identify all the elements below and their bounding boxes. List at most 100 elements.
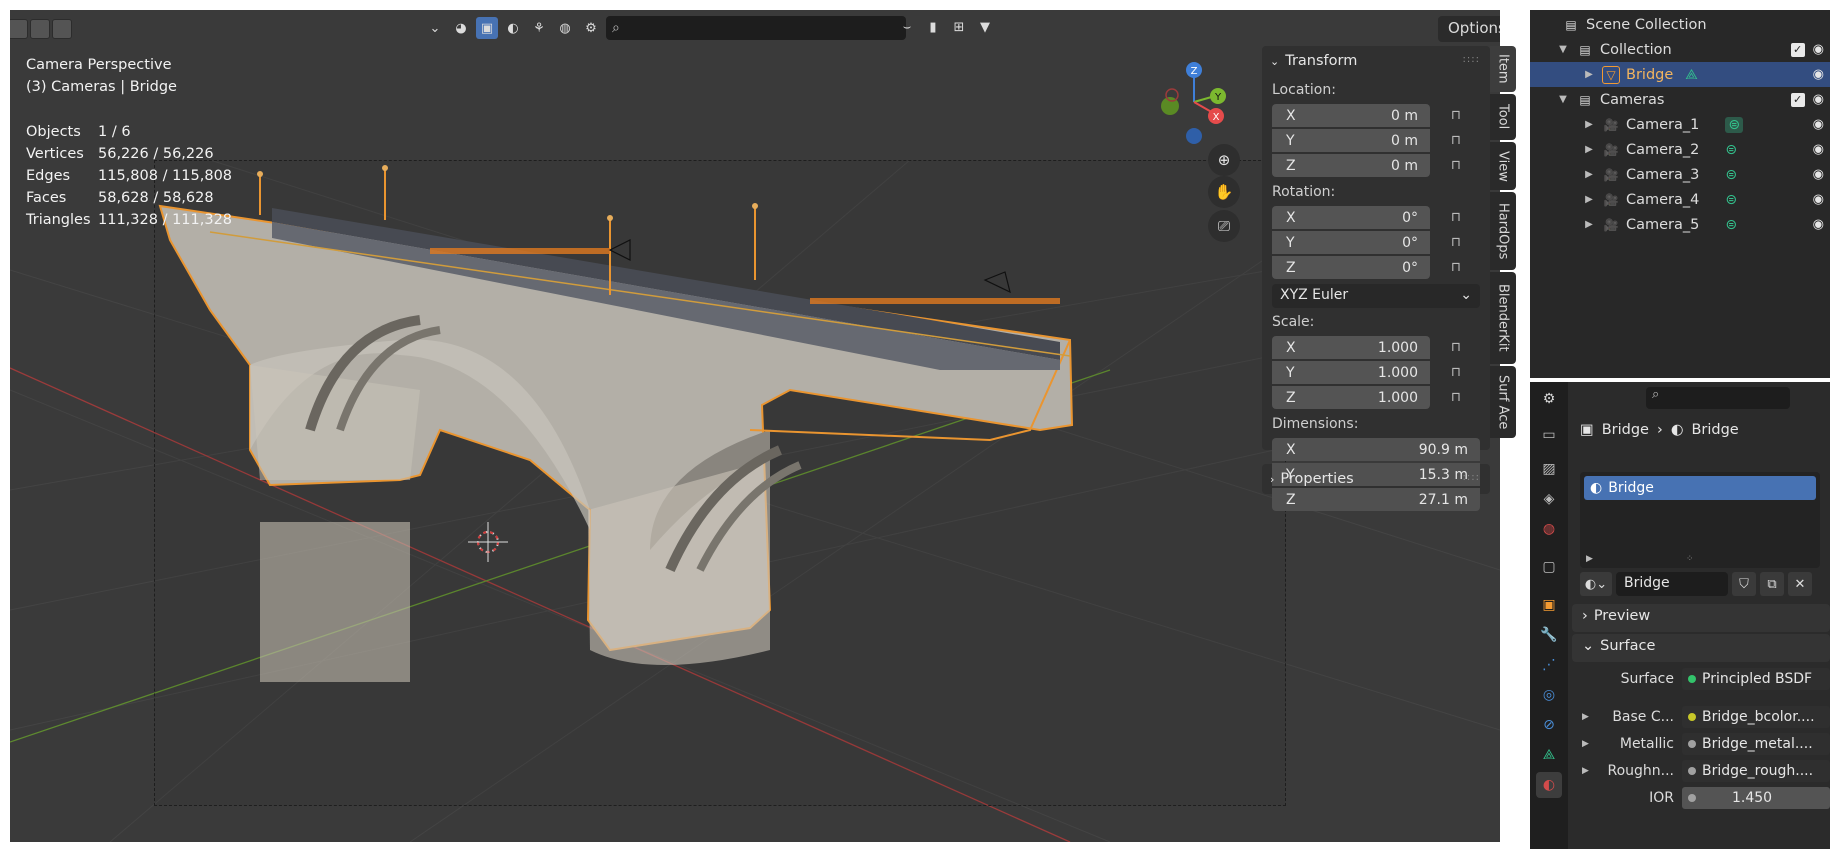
drag-grip-icon[interactable]: ::::: [1463, 54, 1480, 65]
camera-data-icon[interactable]: ⊜: [1725, 217, 1737, 233]
eye-icon[interactable]: ◉: [1813, 42, 1824, 57]
unlock-icon[interactable]: ⊓: [1448, 158, 1464, 173]
camera-data-icon[interactable]: ⊜: [1725, 142, 1737, 158]
expand-right-icon[interactable]: ▶: [1582, 194, 1596, 205]
unlock-icon[interactable]: ⊓: [1448, 340, 1464, 355]
expand-right-icon[interactable]: ▶: [1582, 219, 1596, 230]
modifier-tab-icon[interactable]: 🔧: [1536, 622, 1562, 648]
unlock-icon[interactable]: ⊓: [1448, 365, 1464, 380]
surface-shader-field[interactable]: Principled BSDF: [1682, 668, 1830, 690]
base-color-field[interactable]: Bridge_bcolor....: [1682, 706, 1830, 728]
unlock-icon[interactable]: ⊓: [1448, 210, 1464, 225]
material-name-field[interactable]: Bridge: [1616, 572, 1728, 596]
outliner-bridge[interactable]: ▶ ▽ Bridge ⟁ ◉: [1530, 62, 1830, 87]
shading-world-icon[interactable]: ◍: [554, 17, 576, 39]
drag-grip-icon[interactable]: ::::: [1463, 472, 1480, 483]
properties-panel-header[interactable]: › Properties ::::: [1262, 464, 1490, 494]
snap-toggle-icon[interactable]: ⌣: [896, 16, 918, 38]
editor-type-icon[interactable]: ⚙: [1536, 386, 1562, 412]
shading-material-icon[interactable]: ◐: [502, 17, 524, 39]
dimensions-x-field[interactable]: X 90.9 m: [1272, 438, 1480, 461]
expand-right-icon[interactable]: ▶: [1582, 712, 1589, 722]
expand-right-icon[interactable]: ▶: [1586, 554, 1593, 564]
exclude-checkbox[interactable]: ✓: [1790, 42, 1805, 57]
zoom-icon[interactable]: ⊕: [1208, 144, 1240, 176]
select-extend-icon[interactable]: [30, 19, 50, 39]
select-new-icon[interactable]: [10, 19, 28, 39]
outliner-scene-collection[interactable]: ▤ Scene Collection: [1530, 12, 1830, 37]
rotation-mode-select[interactable]: XYZ Euler ⌄: [1272, 284, 1480, 308]
eye-icon[interactable]: ◉: [1813, 67, 1824, 82]
outliner-camera-item[interactable]: ▶ 🎥 Camera_3 ⊜ ◉: [1530, 162, 1830, 187]
tab-surf-ace[interactable]: Surf Ace: [1490, 366, 1516, 438]
eye-icon[interactable]: ◉: [1813, 142, 1824, 157]
browse-material-icon[interactable]: ◐⌄: [1580, 572, 1612, 596]
camera-data-icon[interactable]: ⊜: [1725, 167, 1737, 183]
tab-hardops[interactable]: HardOps: [1490, 192, 1516, 270]
particles-tab-icon[interactable]: ⋰: [1536, 652, 1562, 678]
eye-icon[interactable]: ◉: [1813, 167, 1824, 182]
resize-grip-icon[interactable]: ⁘: [1686, 554, 1694, 564]
shading-render-icon[interactable]: ⚘: [528, 17, 550, 39]
outliner-camera-item[interactable]: ▶ 🎥 Camera_4 ⊜ ◉: [1530, 187, 1830, 212]
unlock-icon[interactable]: ⊓: [1448, 260, 1464, 275]
options-button[interactable]: Options ⌄: [1438, 16, 1500, 55]
fake-user-shield-icon[interactable]: ⛉: [1732, 572, 1756, 596]
expand-down-icon[interactable]: ▼: [1556, 44, 1570, 55]
select-subtract-icon[interactable]: [52, 19, 72, 39]
unlock-icon[interactable]: ⊓: [1448, 235, 1464, 250]
unlock-icon[interactable]: ⊓: [1448, 108, 1464, 123]
location-z-field[interactable]: Z0 m: [1272, 154, 1430, 177]
eye-icon[interactable]: ◉: [1813, 217, 1824, 232]
unlock-icon[interactable]: ⊓: [1448, 133, 1464, 148]
outliner-camera-item[interactable]: ▶ 🎥 Camera_2 ⊜ ◉: [1530, 137, 1830, 162]
scale-y-field[interactable]: Y 1.000: [1272, 361, 1430, 384]
eye-icon[interactable]: ◉: [1813, 117, 1824, 132]
render-tab-icon[interactable]: ▭: [1536, 422, 1562, 448]
rotation-y-field[interactable]: Y 0°: [1272, 231, 1430, 254]
scale-x-field[interactable]: X 1.000: [1272, 336, 1430, 359]
material-slot-list[interactable]: ◐ Bridge ▶ ⁘: [1580, 472, 1820, 568]
location-y-field[interactable]: Y0 m: [1272, 129, 1430, 152]
collection-tab-icon[interactable]: ▢: [1536, 554, 1562, 580]
viewport-search-input[interactable]: ⌕: [606, 16, 906, 40]
object-tab-icon[interactable]: ▣: [1536, 592, 1562, 618]
view-layer-tab-icon[interactable]: ◈: [1536, 486, 1562, 512]
outliner-camera-item[interactable]: ▶ 🎥 Camera_1 ⊜ ◉: [1530, 112, 1830, 137]
metallic-field[interactable]: Bridge_metal....: [1682, 733, 1830, 755]
preview-panel-header[interactable]: › Preview: [1572, 604, 1830, 632]
tab-blenderkit[interactable]: BlenderKit: [1490, 272, 1516, 364]
tool-settings-icon[interactable]: ⚙: [580, 17, 602, 39]
filter-icon[interactable]: ▼: [974, 16, 996, 38]
expand-right-icon[interactable]: ▶: [1582, 69, 1596, 80]
camera-data-icon[interactable]: ⊜: [1725, 192, 1737, 208]
pan-hand-icon[interactable]: ✋: [1208, 176, 1240, 208]
roughness-field[interactable]: Bridge_rough....: [1682, 760, 1830, 782]
scale-z-field[interactable]: Z 1.000: [1272, 386, 1430, 409]
expand-right-icon[interactable]: ▶: [1582, 119, 1596, 130]
duplicate-icon[interactable]: ⧉: [1760, 572, 1784, 596]
expand-right-icon[interactable]: ▶: [1582, 144, 1596, 155]
camera-data-icon[interactable]: ⊜: [1725, 116, 1744, 133]
camera-view-icon[interactable]: ⎚: [1208, 210, 1240, 242]
bookmark-icon[interactable]: ▮: [922, 16, 944, 38]
expand-right-icon[interactable]: ▶: [1582, 739, 1589, 749]
unlock-icon[interactable]: ⊓: [1448, 390, 1464, 405]
expand-down-icon[interactable]: ▼: [1556, 94, 1570, 105]
expand-right-icon[interactable]: ▶: [1582, 766, 1589, 776]
ior-field[interactable]: 1.450: [1682, 787, 1830, 809]
exclude-checkbox[interactable]: ✓: [1790, 92, 1805, 107]
rotation-x-field[interactable]: X 0°: [1272, 206, 1430, 229]
tab-item[interactable]: Item: [1490, 46, 1516, 92]
mesh-data-icon[interactable]: ⟁: [1685, 67, 1698, 83]
data-tab-icon[interactable]: ⟁: [1536, 742, 1562, 768]
transform-panel-header[interactable]: ⌄ Transform ::::: [1262, 46, 1490, 76]
material-tab-icon[interactable]: ◐: [1536, 772, 1562, 798]
material-slot-item[interactable]: ◐ Bridge: [1584, 476, 1816, 500]
eye-icon[interactable]: ◉: [1813, 192, 1824, 207]
close-icon[interactable]: ✕: [1788, 572, 1812, 596]
outliner-camera-item[interactable]: ▶ 🎥 Camera_5 ⊜ ◉: [1530, 212, 1830, 237]
tab-tool[interactable]: Tool: [1490, 94, 1516, 140]
expand-right-icon[interactable]: ▶: [1582, 169, 1596, 180]
hierarchy-icon[interactable]: ⊞: [948, 16, 970, 38]
